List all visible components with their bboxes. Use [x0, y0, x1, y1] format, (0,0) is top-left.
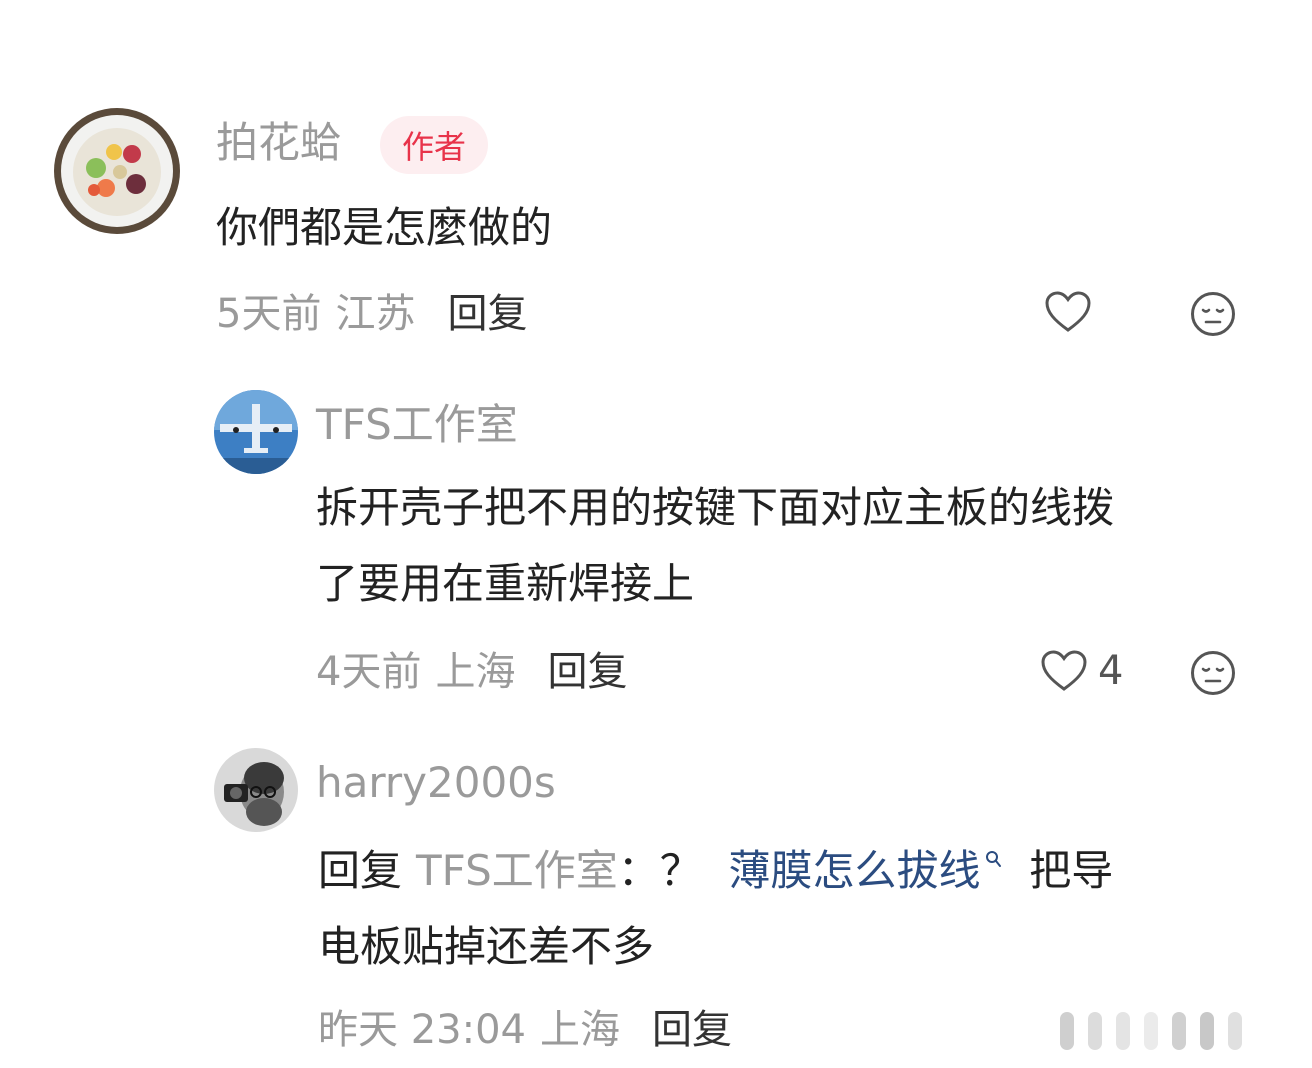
- like-button[interactable]: [1044, 290, 1092, 334]
- username[interactable]: TFS工作室: [316, 404, 518, 446]
- comment-text-line-2: 电板贴掉还差不多: [318, 922, 655, 971]
- heart-outline-icon: [1041, 650, 1087, 691]
- location: 上海: [435, 649, 516, 695]
- comment-meta: 5天前 江苏 回复: [216, 294, 527, 334]
- search-icon[interactable]: [985, 826, 1003, 902]
- dislike-button[interactable]: [1189, 290, 1237, 338]
- like-count: 4: [1098, 648, 1124, 694]
- dislike-button[interactable]: [1189, 649, 1237, 697]
- timestamp: 昨天 23:04: [318, 1007, 526, 1053]
- dislike-face-icon: [1191, 651, 1235, 695]
- reply-button[interactable]: 回复: [652, 1010, 732, 1050]
- location: 上海: [540, 1007, 620, 1053]
- comment-meta: 昨天 23:04 上海 回复: [318, 1010, 732, 1050]
- like-button[interactable]: 4: [1040, 649, 1123, 693]
- comment-text-continued: 把导: [1029, 846, 1114, 895]
- author-badge: 作者: [380, 116, 489, 174]
- reply-target-user[interactable]: TFS工作室: [416, 846, 618, 895]
- heart-outline-icon: [1045, 291, 1091, 332]
- comment-text: 你們都是怎麼做的: [216, 203, 553, 252]
- comment-text-line-1: 拆开壳子把不用的按键下面对应主板的线拨: [316, 483, 1115, 532]
- comment-text: 回复 TFS工作室：？ 薄膜怎么拔线 把导 电板贴掉还差不多: [318, 826, 1278, 985]
- reply-prefix: 回复: [318, 846, 403, 895]
- watermark: [1030, 1008, 1260, 1056]
- comment-text-line-1: 回复 TFS工作室：？ 薄膜怎么拔线 把导: [318, 826, 1278, 909]
- location: 江苏: [335, 291, 416, 337]
- timestamp: 5天前: [216, 291, 322, 337]
- avatar-user-2[interactable]: [214, 390, 298, 474]
- comment-text: 拆开壳子把不用的按键下面对应主板的线拨 了要用在重新焊接上: [316, 470, 1276, 622]
- reply-button[interactable]: 回复: [447, 294, 527, 334]
- username[interactable]: 拍花蛤: [216, 122, 342, 164]
- keyword-search-link[interactable]: 薄膜怎么拔线: [728, 846, 980, 895]
- comment-text-line-2: 了要用在重新焊接上: [316, 559, 695, 608]
- comment-thread: 拍花蛤 作者 你們都是怎麼做的 5天前 江苏 回复 TFS工作室 拆开壳子把不用…: [0, 0, 1312, 1068]
- reply-colon: ：？: [617, 846, 702, 895]
- avatar-user-1[interactable]: [54, 108, 180, 234]
- avatar-image: [54, 108, 180, 234]
- timestamp: 4天前: [316, 649, 422, 695]
- avatar-image: [214, 748, 298, 832]
- avatar-user-3[interactable]: [214, 748, 298, 832]
- comment-meta: 4天前 上海 回复: [316, 652, 627, 692]
- reply-button[interactable]: 回复: [547, 652, 627, 692]
- username[interactable]: harry2000s: [316, 762, 556, 804]
- avatar-image: [214, 390, 298, 474]
- dislike-face-icon: [1191, 292, 1235, 336]
